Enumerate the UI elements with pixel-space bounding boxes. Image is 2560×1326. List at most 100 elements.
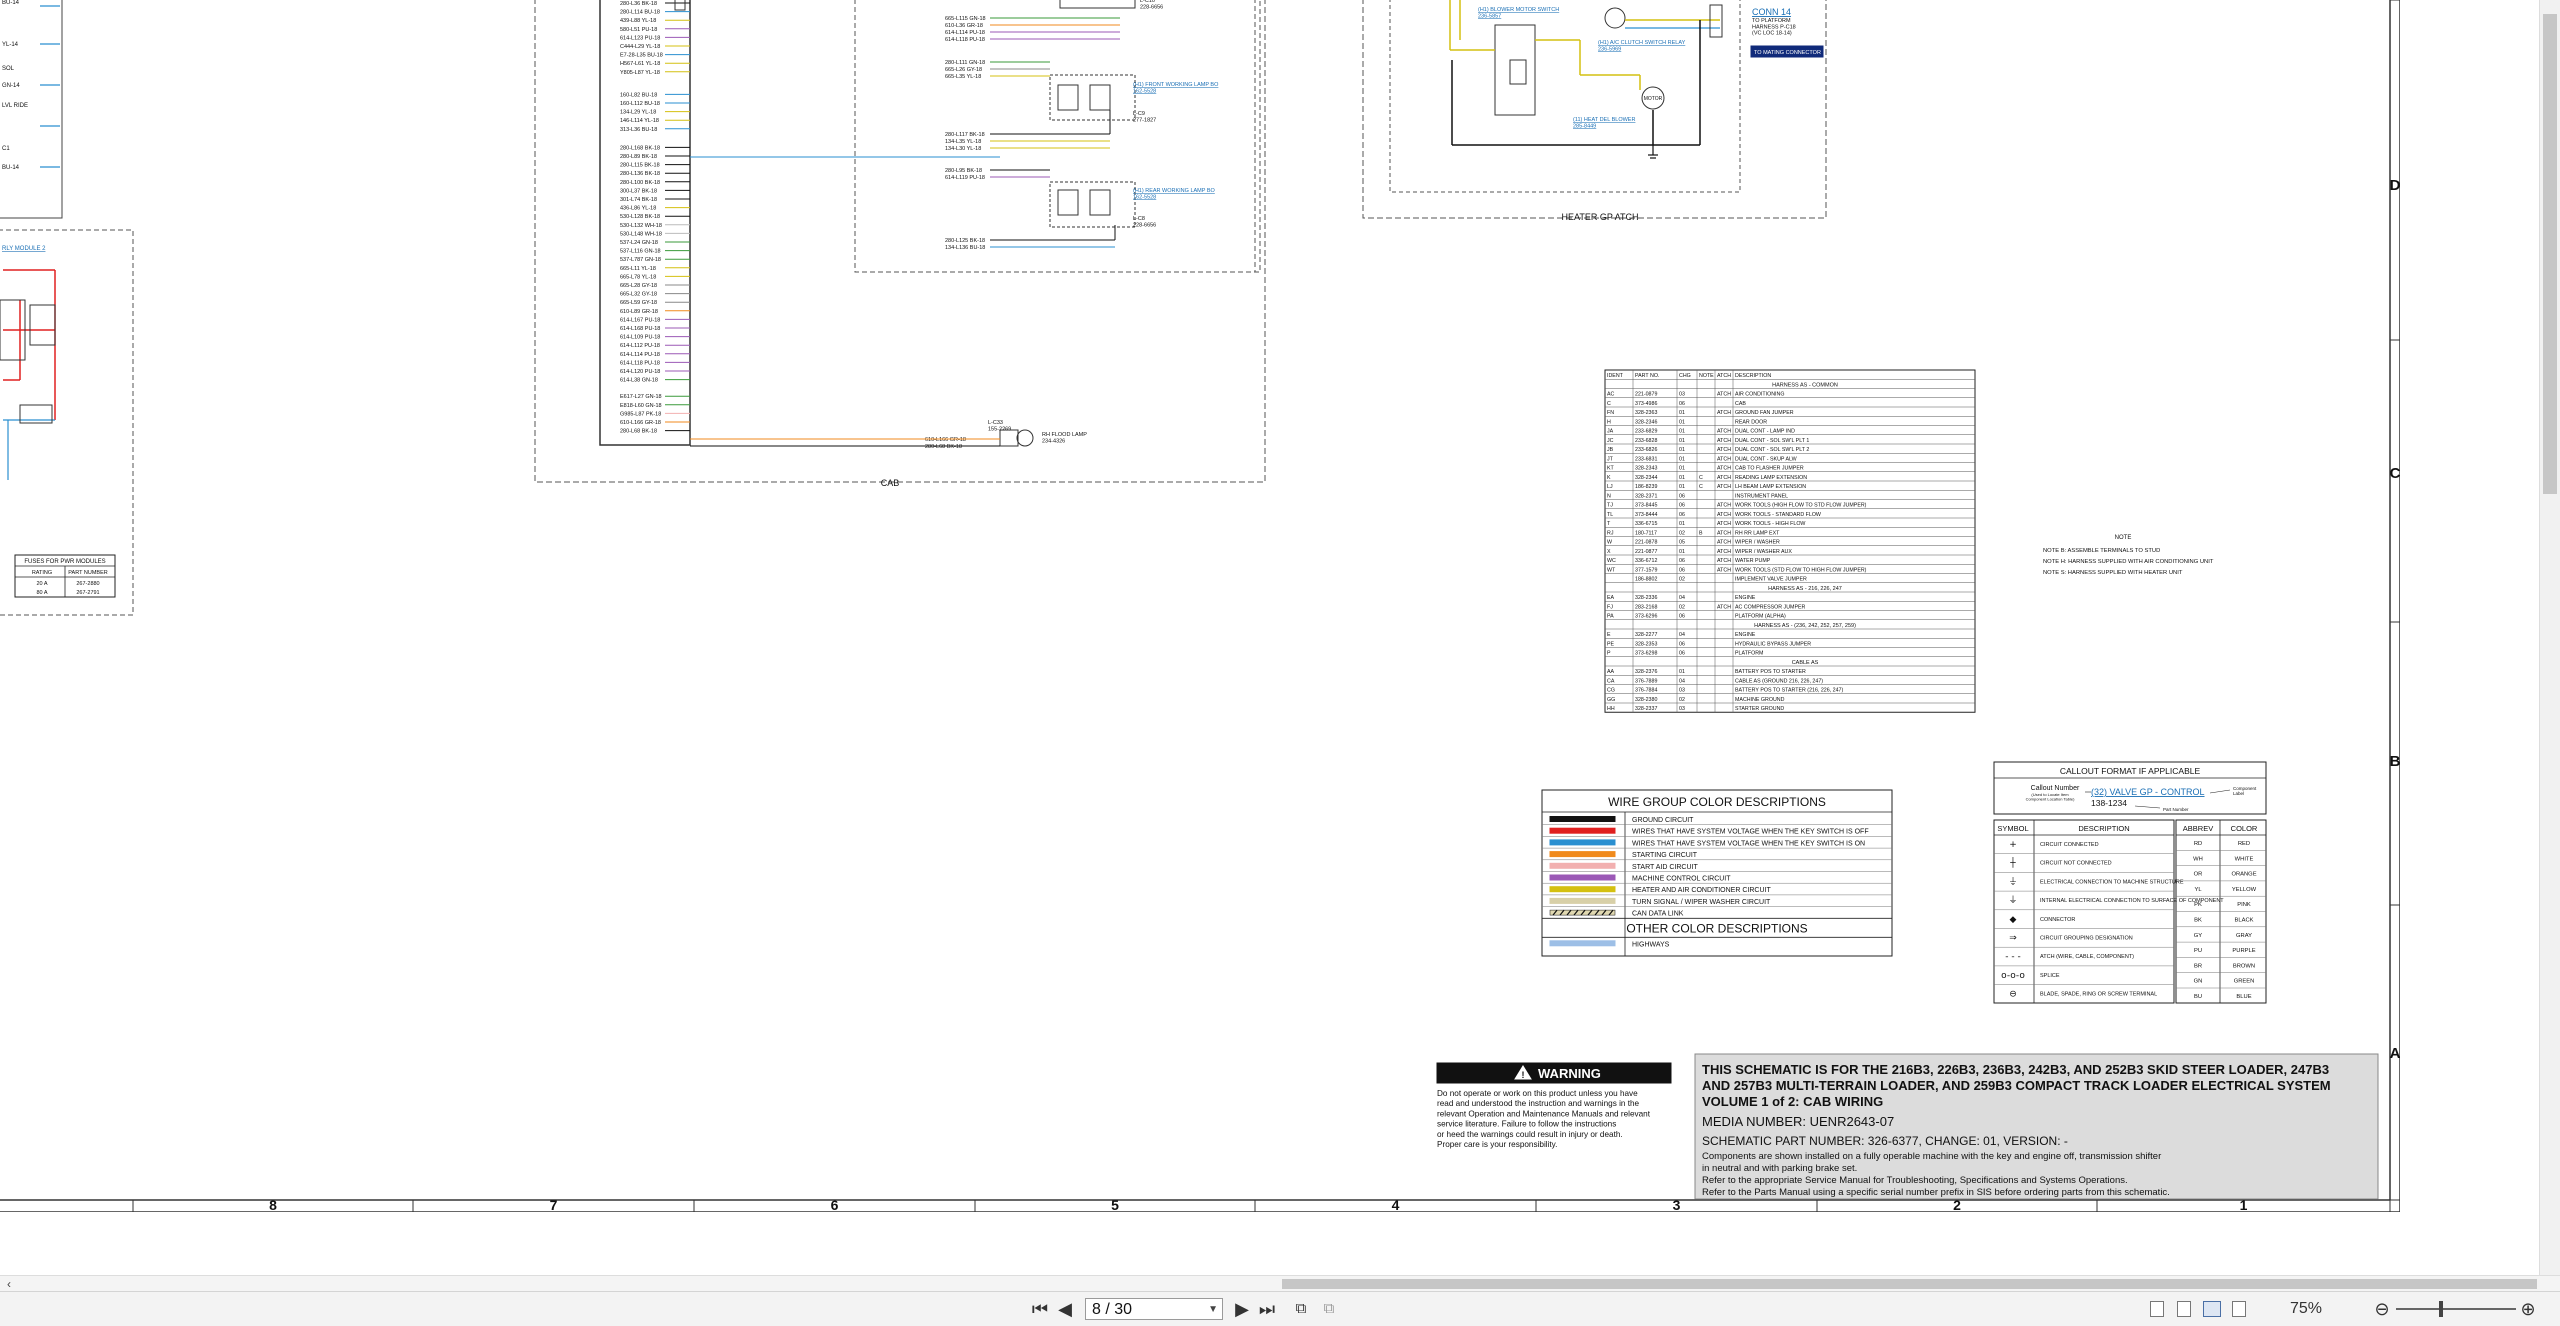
parts-table-cell: ATCH <box>1717 456 1731 462</box>
abbrev-code: PK <box>2194 902 2202 908</box>
cab-wire-label: 614-L168 PU-18 <box>620 326 660 332</box>
parts-table-cell: 04 <box>1679 678 1685 684</box>
abbrev-code: BU <box>2194 994 2202 1000</box>
fit-page-icon[interactable]: ⧉ <box>1290 1299 1312 1319</box>
cab-wire-label: 530-L128 BK-18 <box>620 214 660 220</box>
mid-wire-label: 665-L115 GN-18 <box>945 16 986 22</box>
two-page-view-icon[interactable] <box>2203 1301 2221 1317</box>
cab-wire-label: G985-L87 PK-18 <box>620 411 661 417</box>
previous-page-icon[interactable]: ◀ <box>1055 1299 1075 1319</box>
zoom-slider[interactable] <box>2396 1308 2516 1310</box>
zoom-slider-handle[interactable] <box>2439 1301 2443 1317</box>
book-view-icon[interactable] <box>2232 1301 2246 1317</box>
front-lamp-label-line: (H1) FRONT WORKING LAMP BO <box>1133 82 1219 88</box>
horizontal-scroll-thumb[interactable] <box>1282 1279 2537 1289</box>
callout-example: (32) VALVE GP - CONTROL <box>2091 787 2205 797</box>
rear-lamp-connector-label: L-C8 228-6656 <box>1133 216 1156 228</box>
abbrev-color: YELLOW <box>2232 887 2257 893</box>
parts-table-cell: 377-1579 <box>1635 567 1657 573</box>
next-page-icon[interactable]: ▶ <box>1232 1299 1252 1319</box>
parts-table-cell: ATCH <box>1717 503 1731 509</box>
first-page-icon[interactable]: ⏮ <box>1030 1299 1050 1319</box>
cab-wire-label: 614-L123 PU-18 <box>620 35 660 41</box>
parts-table-cell: ATCH <box>1717 447 1731 453</box>
fit-width-icon[interactable]: ⧉ <box>1318 1299 1340 1319</box>
symbol-glyph: o-o-o <box>2001 971 2025 981</box>
page-number-input[interactable]: 8 / 30 ▼ <box>1085 1298 1223 1320</box>
mid-wire-label: 614-L114 PU-18 <box>945 30 985 36</box>
cab-wire-label: 537-L787 GN-18 <box>620 257 661 263</box>
left-wire-label: YL-14 <box>2 42 19 48</box>
parts-table-cell: 221-0877 <box>1635 549 1657 555</box>
legend-swatch <box>1549 827 1616 834</box>
parts-table-cell: 373-8444 <box>1635 512 1657 518</box>
relay-block <box>1494 24 1536 116</box>
parts-table-cell: 01 <box>1679 456 1685 462</box>
parts-table-cell: 336-6715 <box>1635 521 1657 527</box>
connector-14-box <box>1709 4 1723 38</box>
parts-table-cell: 01 <box>1679 419 1685 425</box>
title-note-3: Refer to the appropriate Service Manual … <box>1702 1175 2128 1186</box>
vertical-scrollbar[interactable] <box>2539 0 2560 1275</box>
parts-table-cell: 06 <box>1679 493 1685 499</box>
relay-box <box>29 304 56 346</box>
symbol-glyph: ⇒ <box>2009 934 2017 944</box>
parts-table-cell: AA <box>1607 669 1615 675</box>
last-page-icon[interactable]: ⏭ <box>1257 1299 1277 1319</box>
symbol-table-header: SYMBOL <box>1997 824 2028 833</box>
connector-14-subtitle-line: TO PLATFORM <box>1752 18 1791 24</box>
vertical-scroll-thumb[interactable] <box>2543 14 2557 494</box>
symbol-description: ELECTRICAL CONNECTION TO MACHINE STRUCTU… <box>2040 879 2184 885</box>
connector-14-subtitle: TO PLATFORM HARNESS P-C18 (VC LOC 18-14) <box>1752 18 1796 37</box>
single-page-view-icon[interactable] <box>2150 1301 2164 1317</box>
rear-lamp-label-line: 162-5528 <box>1133 194 1156 200</box>
warning-text: Proper care is your responsibility. <box>1437 1140 1557 1149</box>
rear-lamp-label-line: (H1) REAR WORKING LAMP BO <box>1133 188 1216 194</box>
parts-table-cell: JB <box>1607 447 1614 453</box>
parts-table-header: CHG <box>1679 373 1691 379</box>
parts-table-cell: AIR CONDITIONING <box>1735 392 1784 398</box>
parts-table-cell: 06 <box>1679 641 1685 647</box>
callout-component-label: Component Label <box>2233 786 2257 796</box>
parts-table-cell: ATCH <box>1717 540 1731 546</box>
parts-table-cell: ATCH <box>1717 512 1731 518</box>
abbrev-color: BROWN <box>2233 963 2255 969</box>
parts-table-cell: 328-2337 <box>1635 706 1657 712</box>
parts-table-cell: WORK TOOLS - HIGH FLOW <box>1735 521 1805 527</box>
parts-table-cell: X <box>1607 549 1611 555</box>
zoom-in-icon[interactable]: ⊕ <box>2518 1299 2538 1319</box>
symbol-description: CIRCUIT NOT CONNECTED <box>2040 861 2112 867</box>
horizontal-scrollbar[interactable]: ‹ <box>0 1275 2560 1292</box>
callout-format-title: CALLOUT FORMAT IF APPLICABLE <box>2060 766 2201 776</box>
parts-table-cell: WC <box>1607 558 1616 564</box>
parts-table-cell: DUAL CONT - SOL SW'L PLT 1 <box>1735 438 1809 444</box>
parts-table-cell: ATCH <box>1717 558 1731 564</box>
top-connector-label-line: 228-6656 <box>1140 4 1163 10</box>
page-dropdown-icon[interactable]: ▼ <box>1208 1299 1218 1321</box>
scroll-left-arrow-icon[interactable]: ‹ <box>2 1276 16 1292</box>
abbrev-color: WHITE <box>2235 856 2254 862</box>
cab-wire-label: 300-L37 BK-18 <box>620 188 657 194</box>
continuous-view-icon[interactable] <box>2177 1301 2191 1317</box>
cab-wire-label: 280-L168 BK-18 <box>620 145 660 151</box>
zoom-out-icon[interactable]: ⊖ <box>2372 1299 2392 1319</box>
parts-table-cell: 233-6826 <box>1635 447 1657 453</box>
cab-wire-label: 280-L114 BU-18 <box>620 10 660 16</box>
parts-table-cell: 376-7884 <box>1635 688 1657 694</box>
mid-wire-label: 665-L35 YL-18 <box>945 74 981 80</box>
parts-table-cell: JT <box>1607 456 1614 462</box>
cab-wire-label: H567-L61 YL-18 <box>620 61 660 67</box>
left-wire-label: LVL RIDE <box>2 103 28 109</box>
parts-table-cell: CABLE AS (GROUND 216, 226, 247) <box>1735 678 1823 684</box>
page-number-value: 8 / 30 <box>1092 1301 1133 1318</box>
parts-table-cell: 328-2346 <box>1635 419 1657 425</box>
cab-group-label: CAB <box>881 478 900 488</box>
document-viewport[interactable]: 8 7 6 5 4 3 2 1 D C B A BU-14 YL-14 SOL GN-14 LVL RIDE C1… <box>0 0 2560 1275</box>
parts-table-cell: 02 <box>1679 530 1685 536</box>
motor-label: MOTOR <box>1644 96 1663 102</box>
parts-table-cell: 03 <box>1679 392 1685 398</box>
rear-lamp-label: (H1) REAR WORKING LAMP BO 162-5528 <box>1133 188 1216 200</box>
callout-example-part: 138-1234 <box>2091 798 2127 808</box>
legend-swatch <box>1549 940 1616 947</box>
parts-table-cell: 373-6298 <box>1635 651 1657 657</box>
